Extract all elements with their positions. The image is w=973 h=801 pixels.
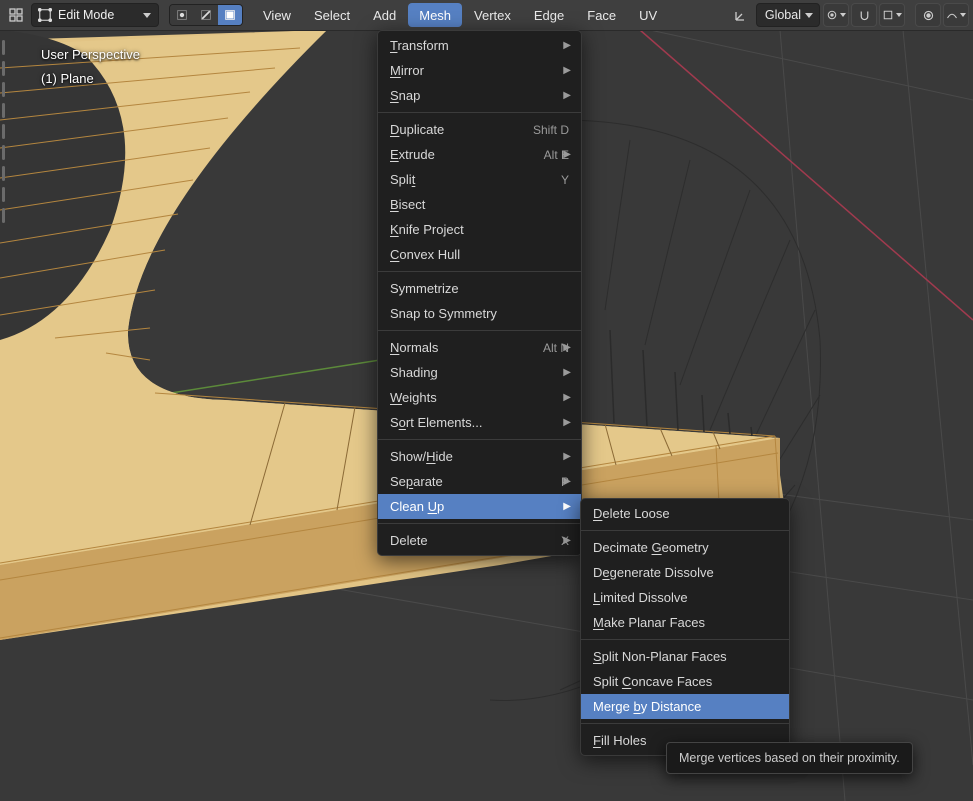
mesh-menu-item-snap-to-symmetry[interactable]: Snap to Symmetry [378, 301, 581, 326]
orientation-icon[interactable] [729, 4, 753, 26]
cleanup-item-make-planar-faces[interactable]: Make Planar Faces [581, 610, 789, 635]
pivot-button[interactable] [823, 3, 849, 27]
menu-face[interactable]: Face [576, 3, 627, 27]
mesh-menu-item-show-hide[interactable]: Show/Hide▶ [378, 444, 581, 469]
select-mode-face[interactable] [218, 5, 242, 25]
editor-type-icon[interactable] [4, 4, 28, 26]
orientation-label: Global [765, 8, 801, 22]
cleanup-item-decimate-geometry[interactable]: Decimate Geometry [581, 535, 789, 560]
cleanup-item-limited-dissolve[interactable]: Limited Dissolve [581, 585, 789, 610]
proportional-toggle[interactable] [915, 3, 941, 27]
mesh-menu-item-weights[interactable]: Weights▶ [378, 385, 581, 410]
menu-mesh[interactable]: Mesh [408, 3, 462, 27]
mode-select[interactable]: Edit Mode [31, 3, 159, 27]
mesh-menu-item-extrude[interactable]: ExtrudeAlt E▶ [378, 142, 581, 167]
menu-add[interactable]: Add [362, 3, 407, 27]
proportional-options[interactable] [943, 3, 969, 27]
menu-uv[interactable]: UV [628, 3, 668, 27]
mesh-menu-item-delete[interactable]: DeleteX▶ [378, 528, 581, 553]
viewport-header: Edit Mode ViewSelectAddMeshVertexEdgeFac… [0, 0, 973, 31]
mesh-menu-item-sort-elements[interactable]: Sort Elements...▶ [378, 410, 581, 435]
cleanup-item-split-concave-faces[interactable]: Split Concave Faces [581, 669, 789, 694]
toolbar-left [2, 34, 6, 801]
mesh-menu-item-separate[interactable]: SeparateP▶ [378, 469, 581, 494]
menu-vertex[interactable]: Vertex [463, 3, 522, 27]
mesh-menu-item-bisect[interactable]: Bisect [378, 192, 581, 217]
mesh-menu-item-normals[interactable]: NormalsAlt N▶ [378, 335, 581, 360]
cleanup-item-delete-loose[interactable]: Delete Loose [581, 501, 789, 526]
mesh-menu-item-clean-up[interactable]: Clean Up▶ [378, 494, 581, 519]
mesh-menu-item-snap[interactable]: Snap▶ [378, 83, 581, 108]
select-mode-vertex[interactable] [170, 5, 194, 25]
mesh-menu-item-knife-project[interactable]: Knife Project [378, 217, 581, 242]
mesh-menu-item-duplicate[interactable]: DuplicateShift D [378, 117, 581, 142]
menu-view[interactable]: View [252, 3, 302, 27]
cleanup-item-split-non-planar-faces[interactable]: Split Non-Planar Faces [581, 644, 789, 669]
cleanup-item-merge-by-distance[interactable]: Merge by Distance [581, 694, 789, 719]
tooltip: Merge vertices based on their proximity. [666, 742, 913, 774]
overlay-object: (1) Plane [41, 71, 94, 86]
orientation-select[interactable]: Global [756, 3, 820, 27]
mesh-menu-item-convex-hull[interactable]: Convex Hull [378, 242, 581, 267]
snap-toggle[interactable] [851, 3, 877, 27]
cleanup-item-degenerate-dissolve[interactable]: Degenerate Dissolve [581, 560, 789, 585]
cleanup-submenu: Delete Loose Decimate GeometryDegenerate … [580, 498, 790, 756]
mesh-menu-item-symmetrize[interactable]: Symmetrize [378, 276, 581, 301]
mesh-menu-dropdown: Transform▶Mirror▶Snap▶ DuplicateShift DEx… [377, 30, 582, 556]
mode-label: Edit Mode [58, 8, 114, 22]
snap-options[interactable] [879, 3, 905, 27]
overlay-perspective: User Perspective [41, 47, 140, 62]
mesh-menu-item-mirror[interactable]: Mirror▶ [378, 58, 581, 83]
menu-edge[interactable]: Edge [523, 3, 575, 27]
menu-select[interactable]: Select [303, 3, 361, 27]
mesh-menu-item-split[interactable]: SplitY [378, 167, 581, 192]
select-mode-group [169, 4, 243, 26]
select-mode-edge[interactable] [194, 5, 218, 25]
mesh-menu-item-transform[interactable]: Transform▶ [378, 33, 581, 58]
mesh-menu-item-shading[interactable]: Shading▶ [378, 360, 581, 385]
